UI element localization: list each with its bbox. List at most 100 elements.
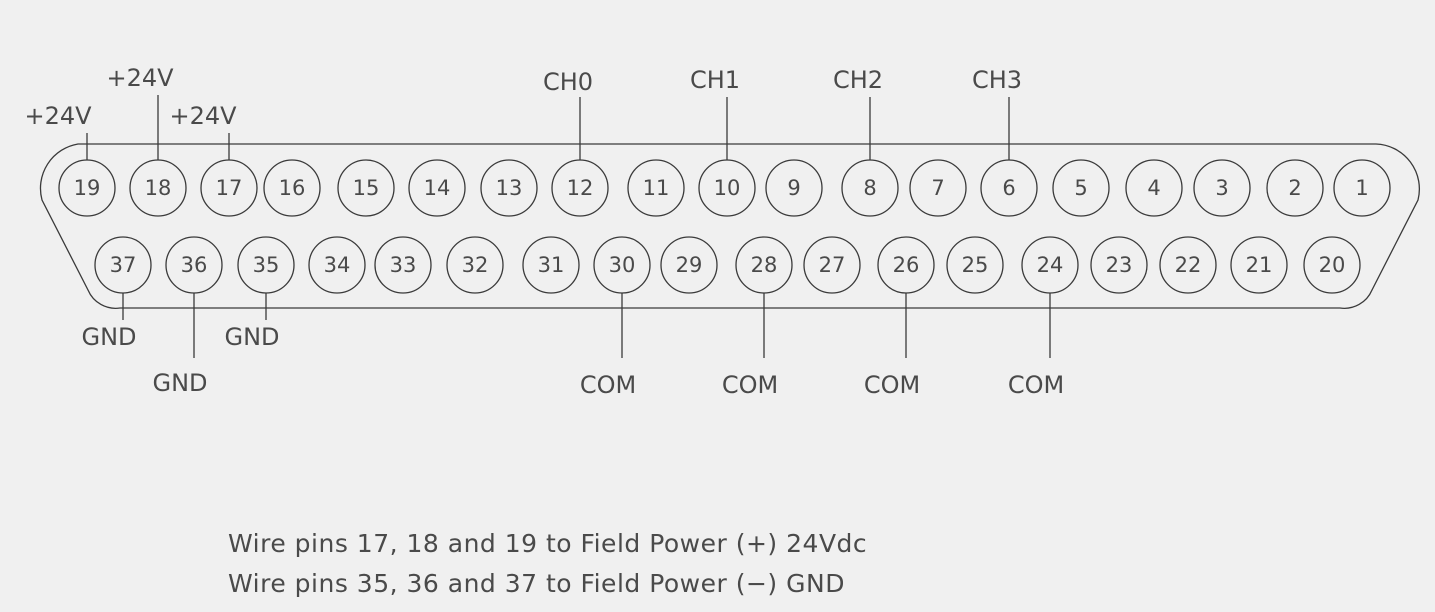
- pin-12: 12: [551, 159, 609, 217]
- pin-number: 34: [324, 253, 351, 277]
- label-pin-12: CH0: [543, 68, 593, 160]
- pin-23: 23: [1090, 236, 1148, 294]
- pin-number: 14: [424, 176, 451, 200]
- label-pin-35: GND: [224, 293, 280, 351]
- pin-number: 17: [216, 176, 243, 200]
- label-pin-19: +24V: [24, 102, 92, 160]
- pin-4: 4: [1125, 159, 1183, 217]
- pin-number: 5: [1074, 176, 1087, 200]
- label-pin-8: CH2: [833, 66, 883, 160]
- pin-number: 28: [751, 253, 778, 277]
- connector-outline: [39, 143, 1421, 309]
- pin-8: 8: [841, 159, 899, 217]
- pin-25: 25: [946, 236, 1004, 294]
- pin-number: 8: [863, 176, 876, 200]
- pin-number: 11: [643, 176, 670, 200]
- pin-number: 30: [609, 253, 636, 277]
- pin-number: 12: [567, 176, 594, 200]
- pin-9: 9: [765, 159, 823, 217]
- pin-10: 10: [698, 159, 756, 217]
- pin-1: 1: [1333, 159, 1391, 217]
- pin-number: 9: [787, 176, 800, 200]
- pin-group: 1234567891011121314151617181920212223242…: [58, 159, 1391, 294]
- pin-number: 4: [1147, 176, 1160, 200]
- signal-label: GND: [152, 369, 207, 397]
- signal-label: COM: [864, 371, 920, 399]
- note-ground: Wire pins 35, 36 and 37 to Field Power (…: [228, 569, 845, 598]
- signal-label: COM: [1008, 371, 1064, 399]
- pin-6: 6: [980, 159, 1038, 217]
- pin-22: 22: [1159, 236, 1217, 294]
- pin-7: 7: [909, 159, 967, 217]
- label-pin-17: +24V: [169, 102, 237, 160]
- pin-27: 27: [803, 236, 861, 294]
- note-positive-power: Wire pins 17, 18 and 19 to Field Power (…: [228, 529, 867, 558]
- pin-29: 29: [660, 236, 718, 294]
- pin-21: 21: [1230, 236, 1288, 294]
- signal-label: CH3: [972, 66, 1022, 94]
- pin-20: 20: [1303, 236, 1361, 294]
- pin-3: 3: [1193, 159, 1251, 217]
- pin-31: 31: [522, 236, 580, 294]
- pin-number: 1: [1355, 176, 1368, 200]
- signal-label: COM: [722, 371, 778, 399]
- label-pin-24: COM: [1008, 293, 1064, 399]
- pin-number: 33: [390, 253, 417, 277]
- pin-19: 19: [58, 159, 116, 217]
- pin-number: 22: [1175, 253, 1202, 277]
- pin-number: 18: [145, 176, 172, 200]
- pin-number: 36: [181, 253, 208, 277]
- pin-number: 13: [496, 176, 523, 200]
- pin-number: 10: [714, 176, 741, 200]
- pin-15: 15: [337, 159, 395, 217]
- pin-36: 36: [165, 236, 223, 294]
- signal-label: GND: [81, 323, 136, 351]
- pin-14: 14: [408, 159, 466, 217]
- label-pin-37: GND: [81, 293, 137, 351]
- pin-37: 37: [94, 236, 152, 294]
- pin-number: 23: [1106, 253, 1133, 277]
- pin-labels: +24V +24V +24V CH0 CH1 CH2 CH3 GND GND GND COM COM C…: [24, 64, 1064, 399]
- signal-label: GND: [224, 323, 279, 351]
- signal-label: CH0: [543, 68, 593, 96]
- pin-number: 37: [110, 253, 137, 277]
- signal-label: +24V: [169, 102, 237, 130]
- pin-26: 26: [877, 236, 935, 294]
- pin-number: 35: [253, 253, 280, 277]
- pin-16: 16: [263, 159, 321, 217]
- pin-number: 7: [931, 176, 944, 200]
- pin-number: 16: [279, 176, 306, 200]
- pin-5: 5: [1052, 159, 1110, 217]
- pin-number: 31: [538, 253, 565, 277]
- signal-label: +24V: [106, 64, 174, 92]
- pin-number: 2: [1288, 176, 1301, 200]
- label-pin-10: CH1: [690, 66, 740, 160]
- label-pin-26: COM: [864, 293, 920, 399]
- pin-number: 29: [676, 253, 703, 277]
- pin-number: 20: [1319, 253, 1346, 277]
- pin-number: 32: [462, 253, 489, 277]
- signal-label: CH2: [833, 66, 883, 94]
- pin-18: 18: [129, 159, 187, 217]
- label-pin-28: COM: [722, 293, 778, 399]
- label-pin-30: COM: [580, 293, 636, 399]
- pin-number: 27: [819, 253, 846, 277]
- pin-number: 26: [893, 253, 920, 277]
- signal-label: COM: [580, 371, 636, 399]
- signal-label: +24V: [24, 102, 92, 130]
- label-pin-18: +24V: [106, 64, 174, 160]
- pin-17: 17: [200, 159, 258, 217]
- pin-13: 13: [480, 159, 538, 217]
- pin-35: 35: [237, 236, 295, 294]
- pin-number: 25: [962, 253, 989, 277]
- pin-32: 32: [446, 236, 504, 294]
- pin-24: 24: [1021, 236, 1079, 294]
- pin-number: 19: [74, 176, 101, 200]
- pin-30: 30: [593, 236, 651, 294]
- pin-11: 11: [627, 159, 685, 217]
- pin-28: 28: [735, 236, 793, 294]
- pin-number: 21: [1246, 253, 1273, 277]
- signal-label: CH1: [690, 66, 740, 94]
- pin-number: 6: [1002, 176, 1015, 200]
- pin-33: 33: [374, 236, 432, 294]
